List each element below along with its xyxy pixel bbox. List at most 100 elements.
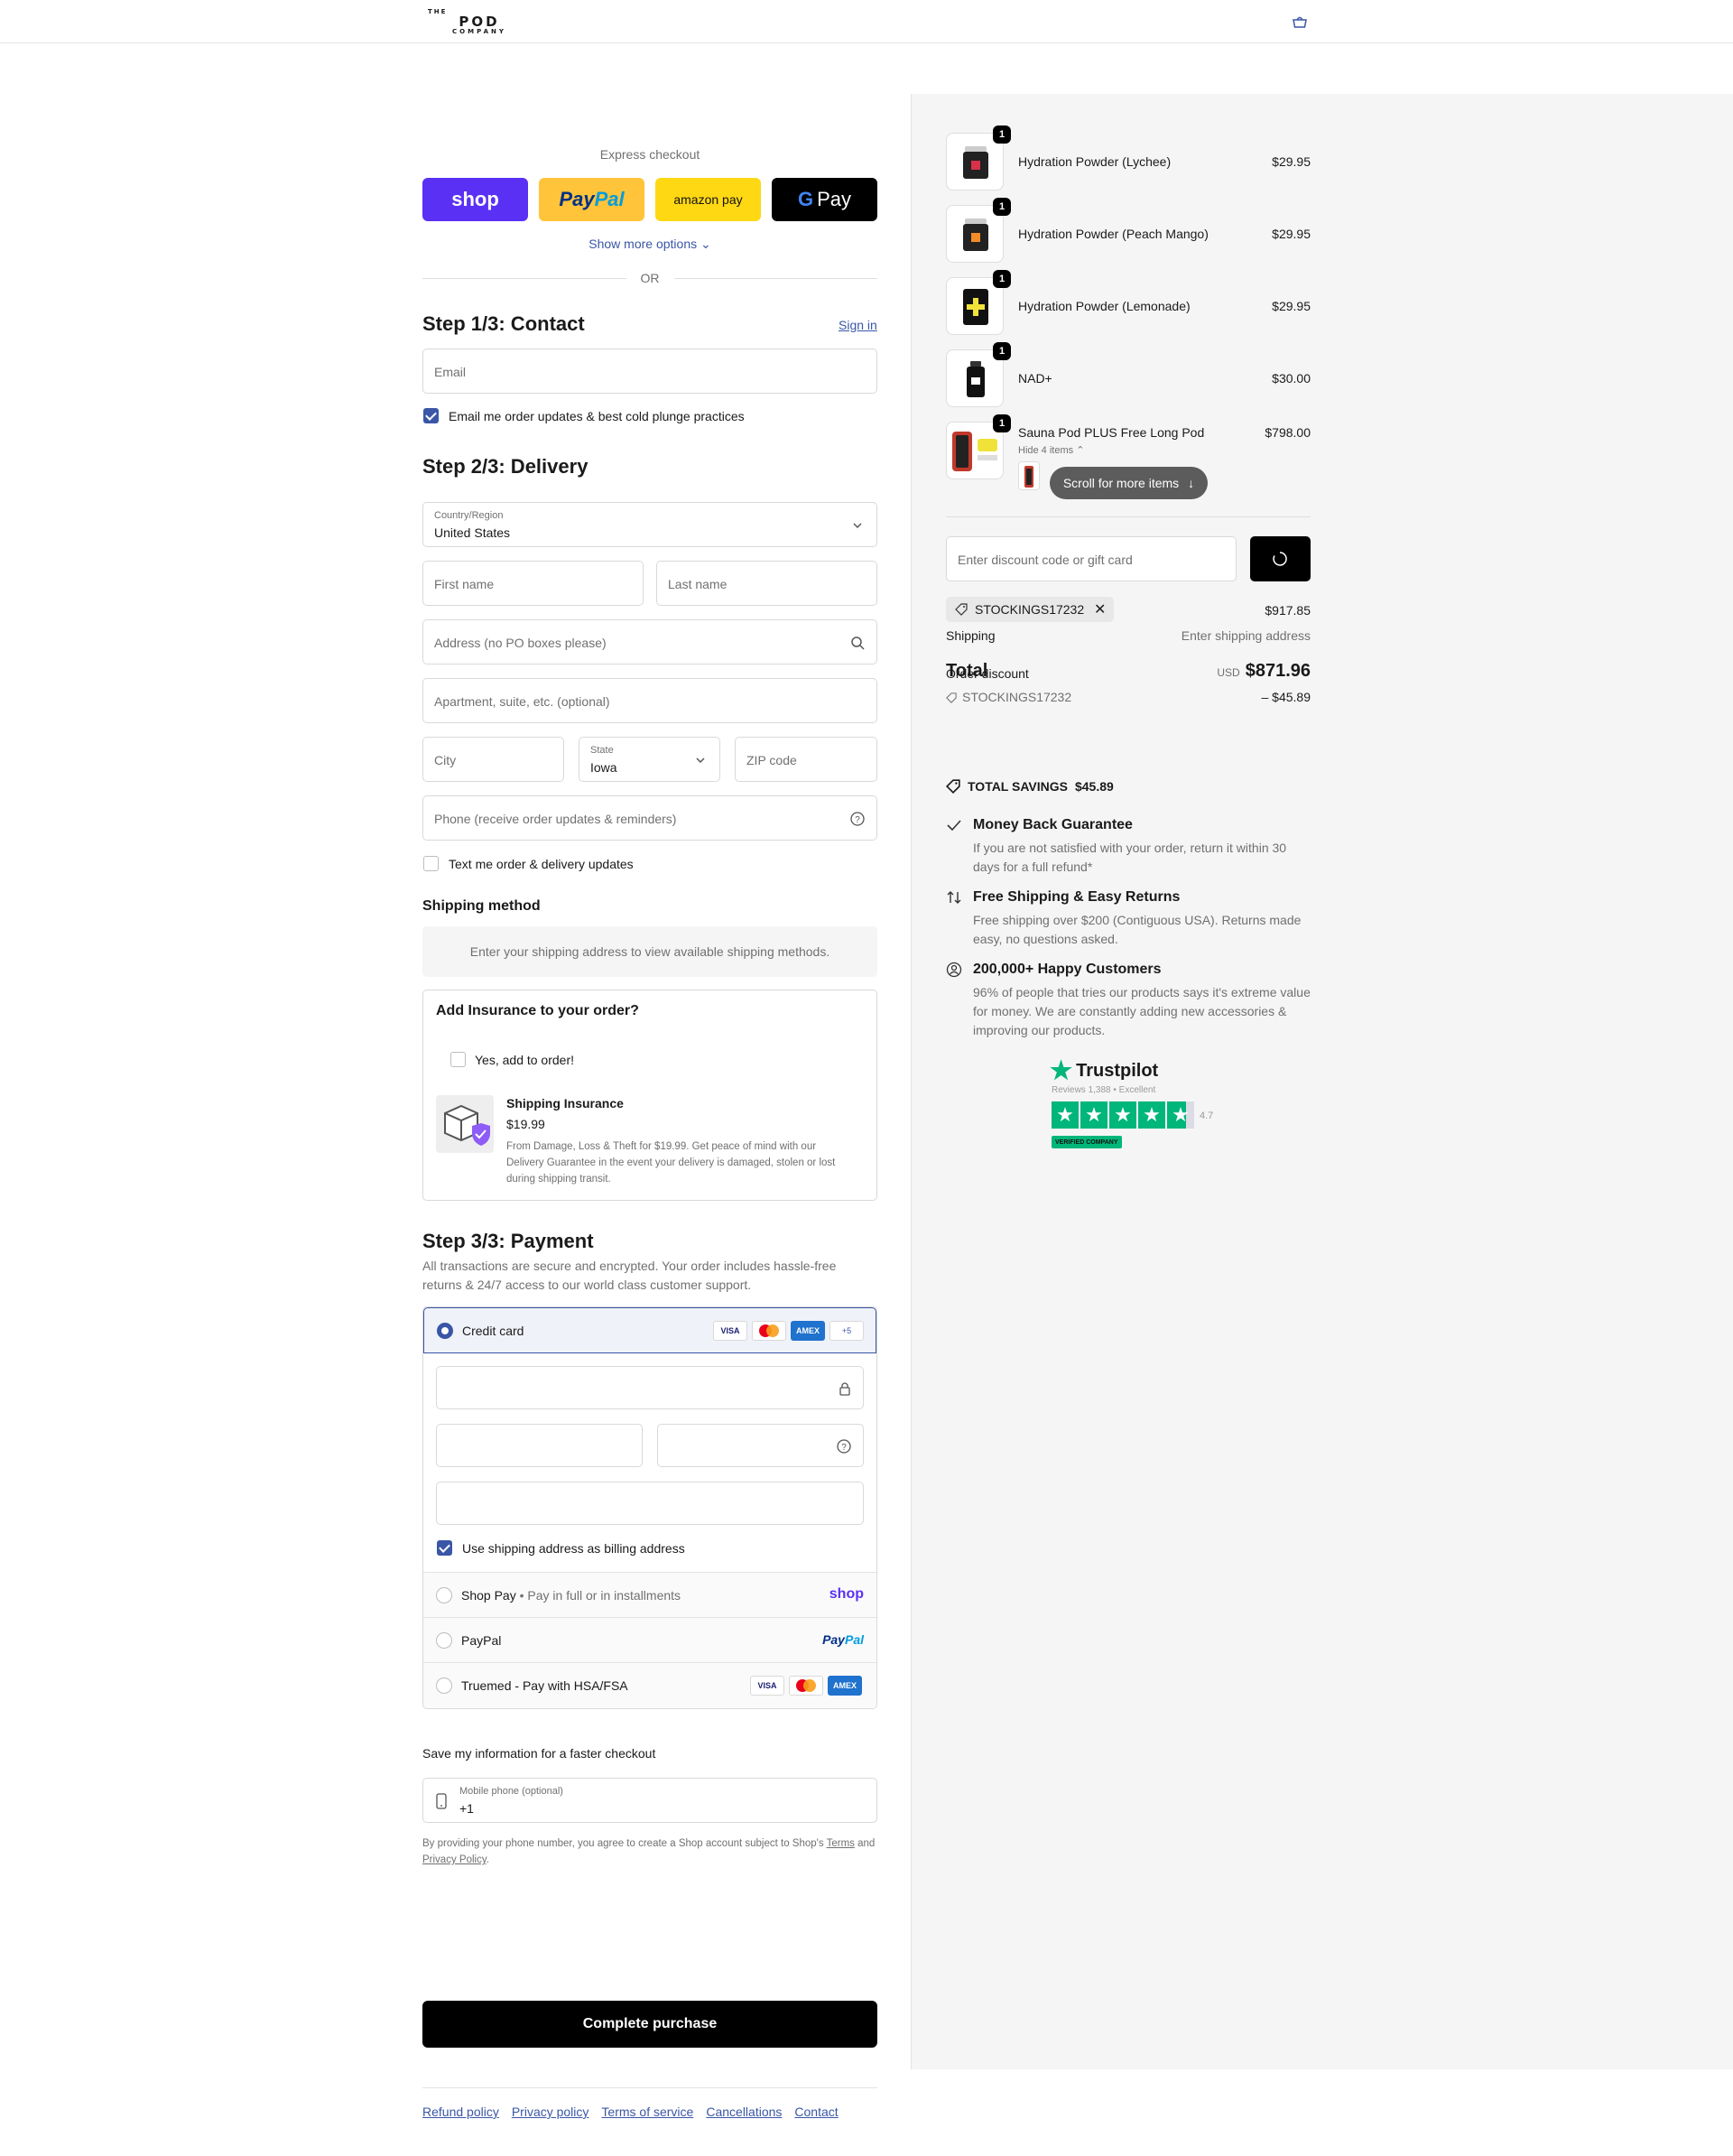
line-item: 1 Hydration Powder (Peach Mango) $29.95 — [946, 198, 1311, 263]
line-item: 1 Hydration Powder (Lemonade) $29.95 — [946, 270, 1311, 335]
country-select[interactable]: Country/Region United States — [422, 502, 877, 547]
contact-link[interactable]: Contact — [794, 2105, 838, 2119]
address-field[interactable]: Address (no PO boxes please) — [422, 619, 877, 664]
paypal-radio[interactable] — [436, 1632, 452, 1649]
total-savings-label: TOTAL SAVINGS — [968, 779, 1068, 794]
email-updates-label: Email me order updates & best cold plung… — [449, 409, 745, 423]
bundle-item-thumb — [1018, 461, 1040, 490]
total-savings-value: $45.89 — [1074, 779, 1114, 794]
card-name-field[interactable] — [436, 1482, 864, 1525]
apartment-field[interactable]: Apartment, suite, etc. (optional) — [422, 678, 877, 723]
paypal-logo-b: Pal — [844, 1632, 864, 1647]
amazon-pay-button[interactable]: amazon pay — [655, 178, 761, 221]
remove-discount-icon[interactable]: ✕ — [1094, 600, 1106, 618]
billing-same-label: Use shipping address as billing address — [462, 1541, 685, 1556]
paypal-option[interactable]: PayPal PayPal — [423, 1617, 876, 1662]
payment-step-title: Step 3/3: Payment — [422, 1230, 594, 1252]
insurance-box-image — [436, 1095, 494, 1153]
quantity-badge: 1 — [993, 198, 1011, 216]
subtotal-value: $917.85 — [1265, 603, 1311, 618]
state-label: State — [590, 745, 614, 756]
logo-line-3: COMPANY — [452, 27, 506, 35]
insurance-description: From Damage, Loss & Theft for $19.99. Ge… — [506, 1141, 836, 1185]
sign-in-link[interactable]: Sign in — [839, 318, 877, 332]
card-number-field[interactable] — [436, 1366, 864, 1409]
card-cvv-field[interactable]: ? — [657, 1424, 864, 1467]
shipping-method-message-text: Enter your shipping address to view avai… — [469, 944, 830, 959]
paypal-button[interactable]: Pay Pal — [539, 178, 644, 221]
text-me-checkbox[interactable] — [423, 856, 439, 871]
chevron-down-icon: ⌄ — [700, 237, 711, 251]
svg-text:?: ? — [855, 815, 860, 825]
card-expiry-field[interactable] — [436, 1424, 643, 1467]
email-updates-checkbox[interactable] — [423, 408, 439, 423]
applied-discount-code: STOCKINGS17232 — [975, 602, 1085, 617]
shop-privacy-link[interactable]: Privacy Policy — [422, 1854, 487, 1865]
chevron-up-icon: ⌃ — [1076, 445, 1085, 456]
phone-placeholder: Phone (receive order updates & reminders… — [434, 812, 677, 826]
google-pay-button[interactable]: G Pay — [772, 178, 877, 221]
complete-purchase-button[interactable]: Complete purchase — [422, 2001, 877, 2048]
express-checkout-title: Express checkout — [599, 147, 700, 162]
trustpilot-widget[interactable]: ★ Trustpilot Reviews 1,388 • Excellent ★ … — [1050, 1058, 1230, 1152]
terms-of-service-link[interactable]: Terms of service — [601, 2105, 693, 2119]
help-circle-icon[interactable]: ? — [836, 1438, 852, 1454]
mobile-phone-field[interactable]: Mobile phone (optional) +1 — [422, 1778, 877, 1823]
shop-terms-link[interactable]: Terms — [827, 1838, 855, 1849]
truemed-radio[interactable] — [436, 1677, 452, 1694]
phone-field[interactable]: Phone (receive order updates & reminders… — [422, 795, 877, 841]
tos-prefix: By providing your phone number, you agre… — [422, 1838, 827, 1849]
quantity-badge: 1 — [993, 414, 1011, 432]
credit-card-radio[interactable] — [437, 1323, 453, 1339]
paypal-label: PayPal — [461, 1633, 502, 1648]
apartment-placeholder: Apartment, suite, etc. (optional) — [434, 694, 610, 709]
city-field[interactable]: City — [422, 737, 564, 782]
applied-discount-tag: STOCKINGS17232 ✕ — [946, 597, 1114, 622]
refund-policy-link[interactable]: Refund policy — [422, 2105, 499, 2119]
show-more-options-link[interactable]: Show more options ⌄ — [422, 237, 877, 252]
hide-items-toggle[interactable]: Hide 4 items ⌃ — [1018, 444, 1084, 456]
credit-card-label: Credit card — [462, 1324, 524, 1338]
state-select[interactable]: State Iowa — [579, 737, 720, 782]
shop-pay-button[interactable]: shop — [422, 178, 528, 221]
discount-code-input[interactable]: Enter discount code or gift card — [946, 536, 1237, 581]
help-circle-icon[interactable]: ? — [849, 811, 866, 827]
shop-pay-option[interactable]: Shop Pay • Pay in full or in installment… — [423, 1572, 876, 1617]
discount-code-line: STOCKINGS17232 — [946, 690, 1071, 704]
scroll-more-items-label: Scroll for more items — [1062, 476, 1180, 490]
insurance-checkbox[interactable] — [450, 1052, 466, 1067]
verified-company-badge: VERIFIED COMPANY — [1052, 1136, 1122, 1148]
product-name: Hydration Powder (Lemonade) — [1018, 299, 1191, 313]
paypal-logo: PayPal — [822, 1632, 864, 1647]
discount-amount: – $45.89 — [1261, 690, 1311, 704]
check-icon — [947, 820, 961, 832]
credit-card-option[interactable]: Credit card VISA AMEX +5 — [423, 1307, 876, 1353]
apply-discount-button[interactable] — [1250, 536, 1311, 581]
shop-terms-notice: By providing your phone number, you agre… — [422, 1835, 877, 1868]
shop-pay-radio[interactable] — [436, 1587, 452, 1603]
insurance-price: $19.99 — [506, 1117, 545, 1131]
tos-and: and — [854, 1838, 876, 1849]
insurance-name: Shipping Insurance — [506, 1096, 624, 1111]
scroll-more-items-pill[interactable]: Scroll for more items ↓ — [1050, 467, 1208, 499]
lock-icon — [839, 1382, 850, 1396]
billing-same-checkbox[interactable] — [437, 1540, 452, 1556]
payment-methods: Credit card VISA AMEX +5 ? Use shipping … — [422, 1306, 877, 1709]
last-name-field[interactable]: Last name — [656, 561, 877, 606]
cancellations-link[interactable]: Cancellations — [706, 2105, 782, 2119]
zip-field[interactable]: ZIP code — [735, 737, 877, 782]
footer-divider — [422, 2087, 877, 2088]
insurance-title: Add Insurance to your order? — [436, 1003, 639, 1018]
amex-icon: AMEX — [791, 1321, 825, 1341]
privacy-policy-link[interactable]: Privacy policy — [512, 2105, 589, 2119]
product-price: $29.95 — [1272, 227, 1311, 241]
first-name-field[interactable]: First name — [422, 561, 644, 606]
paypal-logo-a: Pay — [822, 1632, 845, 1647]
email-field[interactable]: Email — [422, 348, 877, 394]
truemed-option[interactable]: Truemed - Pay with HSA/FSA VISA AMEX — [423, 1662, 876, 1707]
brand-logo[interactable]: THE POD COMPANY — [422, 8, 536, 35]
bag-icon[interactable] — [1291, 14, 1309, 29]
benefit-happy-customers: 200,000+ Happy Customers 96% of people t… — [946, 962, 1311, 1039]
tag-icon — [955, 603, 968, 616]
mobile-phone-value: +1 — [459, 1801, 474, 1816]
